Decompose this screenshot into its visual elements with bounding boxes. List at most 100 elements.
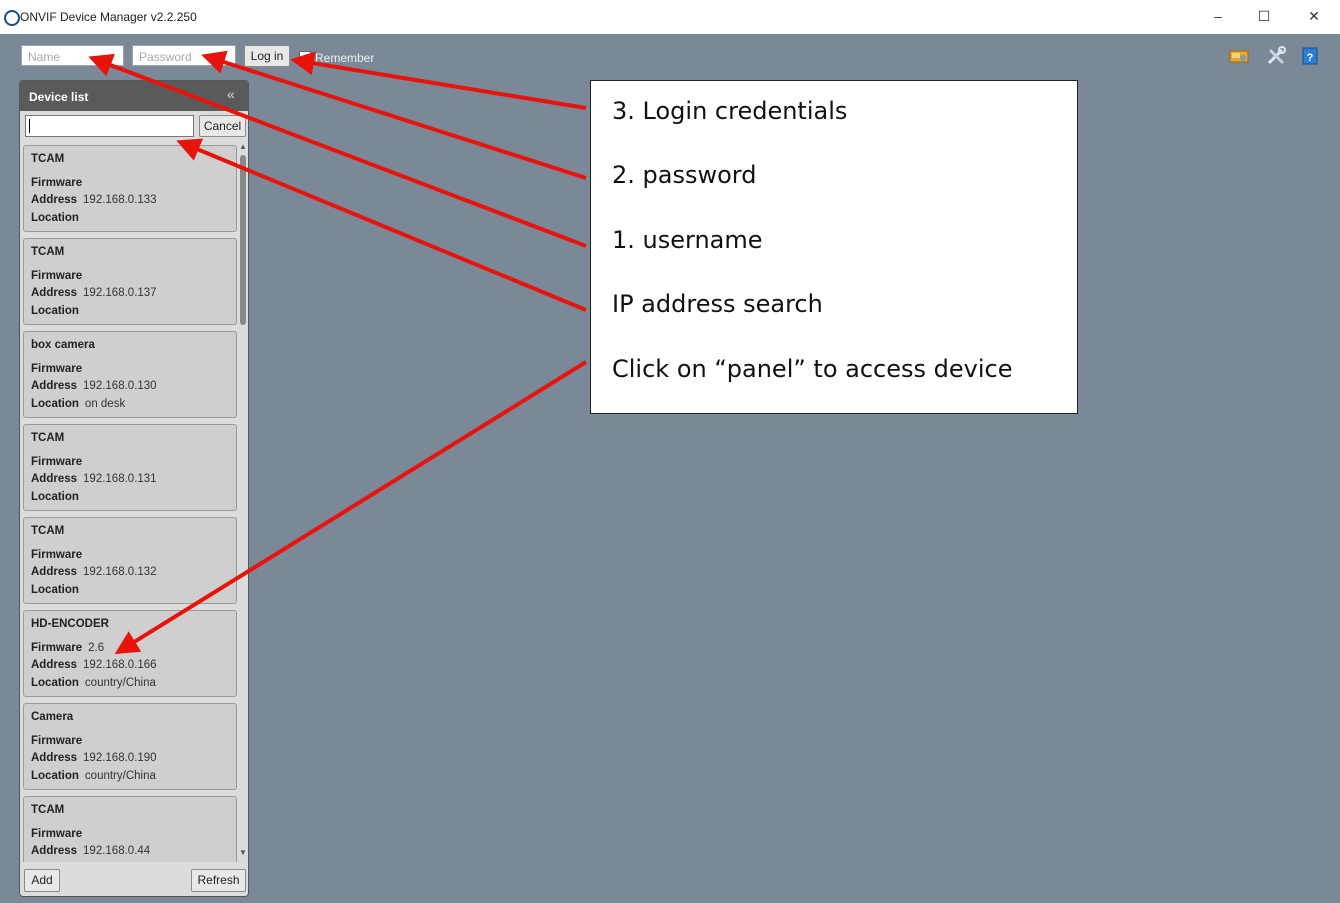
- device-location-label: Location: [31, 491, 79, 503]
- device-address-value: 192.168.0.190: [83, 752, 157, 764]
- device-address: Address 192.168.0.137: [31, 287, 157, 299]
- device-location: Location: [31, 212, 85, 224]
- device-card[interactable]: TCAMFirmwareAddress192.168.0.44Location: [23, 796, 237, 862]
- scroll-up-icon[interactable]: ▲: [239, 142, 247, 151]
- device-name: Camera: [31, 711, 74, 723]
- close-button[interactable]: ✕: [1302, 6, 1326, 26]
- annotation-box: 3. Login credentials 2. password 1. user…: [590, 80, 1078, 414]
- device-address-value: 192.168.0.133: [83, 194, 157, 206]
- scroll-down-icon[interactable]: ▼: [239, 848, 247, 857]
- device-name: TCAM: [31, 246, 65, 258]
- device-firmware-label: Firmware: [31, 177, 83, 189]
- scroll-thumb[interactable]: [240, 155, 246, 325]
- device-address-label: Address: [31, 845, 78, 857]
- device-card[interactable]: TCAM Firmware Address 192.168.0.137 Location: [23, 238, 237, 325]
- remember-checkbox[interactable]: [299, 51, 311, 63]
- device-location: Location country/China: [31, 770, 156, 782]
- device-location: Location country/China: [31, 677, 156, 689]
- device-address-value: 192.168.0.130: [83, 380, 157, 392]
- device-location: Location: [31, 584, 85, 596]
- device-address-label: Address: [31, 752, 78, 764]
- device-address-value: 192.168.0.44: [83, 845, 151, 857]
- device-location-value: on desk: [84, 398, 126, 410]
- device-firmware: Firmware: [31, 456, 88, 468]
- svg-text:?: ?: [1307, 52, 1314, 64]
- device-address: Address 192.168.0.131: [31, 473, 157, 485]
- username-input[interactable]: Name: [21, 45, 124, 66]
- maximize-button[interactable]: ☐: [1252, 6, 1276, 26]
- device-location: Location: [31, 305, 85, 317]
- device-firmware-label: Firmware: [31, 735, 83, 747]
- device-address: Address 192.168.0.132: [31, 566, 157, 578]
- device-address-value: 192.168.0.132: [83, 566, 157, 578]
- app-logo-icon: [4, 10, 20, 26]
- add-button[interactable]: Add: [24, 869, 60, 892]
- device-address-label: Address: [31, 473, 78, 485]
- title-bar: ONVIF Device Manager v2.2.250 – ☐ ✕: [0, 0, 1340, 34]
- collapse-icon[interactable]: «: [227, 86, 235, 102]
- note-username: 1. username: [612, 226, 763, 254]
- minimize-button[interactable]: –: [1206, 6, 1230, 26]
- device-address-label: Address: [31, 287, 78, 299]
- device-location-value: country/China: [84, 770, 156, 782]
- device-address: Address 192.168.0.133: [31, 194, 157, 206]
- device-list-header: Device list «: [20, 81, 248, 111]
- device-firmware-label: Firmware: [31, 828, 83, 840]
- refresh-button[interactable]: Refresh: [191, 869, 246, 892]
- window-title: ONVIF Device Manager v2.2.250: [20, 10, 197, 24]
- device-name: HD-ENCODER: [31, 618, 109, 630]
- device-address-value: 192.168.0.166: [83, 659, 157, 671]
- device-list: TCAM Firmware Address 192.168.0.133 Location…: [23, 145, 238, 862]
- text-caret: [29, 119, 30, 133]
- device-location-label: Location: [31, 398, 79, 410]
- device-address-label: Address: [31, 380, 78, 392]
- device-firmware-value: 2.6: [88, 642, 105, 654]
- device-address-label: Address: [31, 566, 78, 578]
- device-firmware: Firmware: [31, 828, 88, 840]
- device-firmware: Firmware: [31, 177, 88, 189]
- device-name: TCAM: [31, 432, 65, 444]
- device-firmware: Firmware: [31, 270, 88, 282]
- device-firmware-label: Firmware: [31, 549, 83, 561]
- device-address-label: Address: [31, 194, 78, 206]
- login-button[interactable]: Log in: [244, 45, 290, 67]
- device-location-label: Location: [31, 584, 79, 596]
- device-firmware: Firmware: [31, 735, 88, 747]
- device-firmware-label: Firmware: [31, 270, 83, 282]
- device-location-label: Location: [31, 770, 79, 782]
- arrow-to-login: [290, 51, 587, 110]
- remember-label: Remember: [315, 51, 375, 65]
- device-address-label: Address: [31, 659, 78, 671]
- cancel-button[interactable]: Cancel: [199, 115, 246, 137]
- device-card[interactable]: TCAM Firmware Address 192.168.0.132 Location: [23, 517, 237, 604]
- device-firmware: Firmware: [31, 549, 88, 561]
- ip-search-input[interactable]: [25, 115, 194, 137]
- device-name: box camera: [31, 339, 95, 351]
- device-card[interactable]: TCAM Firmware Address 192.168.0.133 Location: [23, 145, 237, 232]
- device-firmware-label: Firmware: [31, 456, 83, 468]
- help-book-icon[interactable]: ?: [1300, 46, 1320, 66]
- device-list-scrollbar[interactable]: ▲ ▼: [239, 142, 247, 862]
- device-location-label: Location: [31, 677, 79, 689]
- device-address: Address 192.168.0.190: [31, 752, 157, 764]
- device-card[interactable]: TCAM Firmware Address 192.168.0.131 Location: [23, 424, 237, 511]
- device-firmware-label: Firmware: [31, 642, 83, 654]
- network-icon[interactable]: [1229, 46, 1249, 66]
- device-address: Address 192.168.0.166: [31, 659, 157, 671]
- device-firmware: Firmware: [31, 363, 88, 375]
- device-location-label: Location: [31, 212, 79, 224]
- device-address: Address 192.168.0.44: [31, 845, 150, 857]
- settings-tools-icon[interactable]: [1266, 46, 1286, 66]
- device-card[interactable]: Camera Firmware Address 192.168.0.190 Locati…: [23, 703, 237, 790]
- device-card[interactable]: box camera Firmware Address 192.168.0.130 Lo…: [23, 331, 237, 418]
- device-location: Location on desk: [31, 398, 125, 410]
- password-input[interactable]: Password: [132, 45, 236, 66]
- device-card[interactable]: HD-ENCODER Firmware 2.6 Address 192.168.0.16…: [23, 610, 237, 697]
- device-address-value: 192.168.0.131: [83, 473, 157, 485]
- note-password: 2. password: [612, 161, 757, 189]
- device-name: TCAM: [31, 153, 65, 165]
- note-login-credentials: 3. Login credentials: [612, 97, 848, 125]
- arrow-to-password: [201, 50, 587, 180]
- device-location-value: country/China: [84, 677, 156, 689]
- device-name: TCAM: [31, 804, 65, 816]
